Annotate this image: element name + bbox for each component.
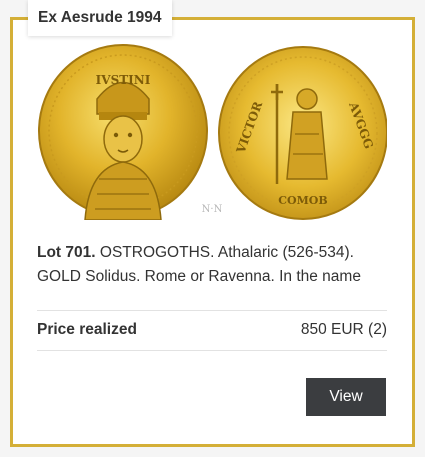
svg-text:IVSTINI: IVSTINI — [96, 73, 151, 87]
price-label: Price realized — [37, 321, 137, 338]
price-value: 850 EUR (2) — [300, 321, 387, 338]
coin-reverse: VICTOR AVGGG COMOB — [218, 46, 387, 220]
view-button[interactable]: View — [306, 378, 386, 416]
watermark: N·N — [202, 204, 223, 215]
svg-text:COMOB: COMOB — [278, 194, 327, 207]
coin-image[interactable]: IVSTINI VICTOR AVGGG COMOB N·N — [37, 44, 387, 220]
price-row: Price realized 850 EUR (2) — [37, 311, 387, 349]
divider — [37, 350, 387, 351]
provenance-badge: Ex Aesrude 1994 — [28, 0, 172, 36]
coin-obverse: IVSTINI — [38, 44, 208, 220]
lot-number: Lot 701. — [37, 244, 96, 261]
lot-description: Lot 701. OSTROGOTHS. Athalaric (526-534)… — [37, 241, 389, 289]
